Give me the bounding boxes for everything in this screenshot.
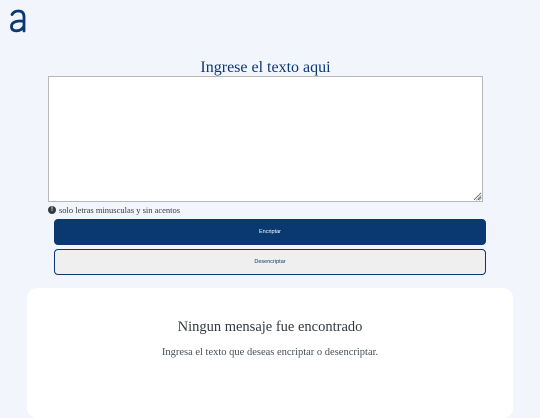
- encrypt-button[interactable]: Encriptar: [54, 219, 486, 245]
- output-title: Ningun mensaje fue encontrado: [177, 319, 363, 335]
- alura-logo-icon: [10, 9, 26, 33]
- text-input[interactable]: [48, 76, 483, 202]
- input-title: Ingrese el texto aqui: [200, 59, 331, 76]
- resize-grip-icon[interactable]: [475, 194, 482, 201]
- input-hint: ! solo letras minusculas y sin acentos: [48, 204, 180, 216]
- info-icon: !: [48, 206, 56, 214]
- output-panel: Ningun mensaje fue encontrado Ingresa el…: [27, 288, 513, 418]
- output-message: Ingresa el texto que deseas encriptar o …: [161, 347, 379, 358]
- hint-text: solo letras minusculas y sin acentos: [59, 205, 181, 215]
- decrypt-button[interactable]: Desencriptar: [54, 249, 486, 275]
